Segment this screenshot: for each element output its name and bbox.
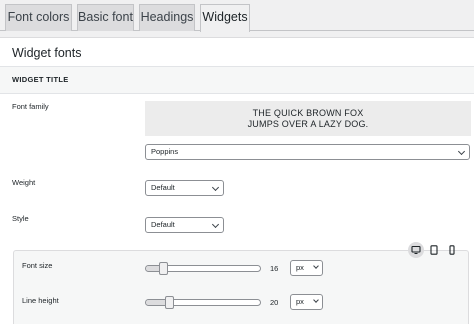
line-height-value: 20: [270, 298, 279, 307]
chevron-down-icon: [211, 183, 220, 192]
tab-widgets[interactable]: Widgets: [200, 4, 250, 32]
style-value: Default: [151, 220, 175, 229]
chevron-down-icon: [211, 220, 220, 229]
responsive-settings-box: [13, 250, 469, 324]
tab-bar: Font colors Basic font Headings Widgets: [0, 0, 474, 32]
widget-fonts-panel: Widget fonts WIDGET TITLE Font family TH…: [0, 37, 474, 324]
weight-value: Default: [151, 183, 175, 192]
font-size-slider[interactable]: [145, 262, 261, 275]
line-height-unit: px: [296, 297, 304, 306]
desktop-icon: [411, 245, 421, 254]
font-size-unit: px: [296, 263, 304, 272]
preview-line-1: THE QUICK BROWN FOX: [252, 108, 364, 118]
line-height-unit-select[interactable]: px: [290, 294, 323, 310]
preview-line-2: JUMPS OVER A LAZY DOG.: [247, 119, 369, 129]
panel-title: Widget fonts: [12, 46, 82, 60]
style-label: Style: [12, 214, 29, 223]
font-size-slider-handle[interactable]: [159, 262, 168, 275]
device-mobile[interactable]: [444, 242, 460, 258]
font-size-label: Font size: [22, 261, 53, 270]
tablet-icon: [430, 245, 438, 255]
device-switcher: [408, 242, 464, 259]
chevron-down-icon: [313, 263, 319, 269]
device-desktop[interactable]: [408, 242, 424, 258]
line-height-slider[interactable]: [145, 296, 261, 309]
font-family-value: Poppins: [151, 147, 179, 156]
mobile-icon: [449, 245, 455, 255]
section-title: WIDGET TITLE: [12, 75, 69, 84]
line-height-label: Line height: [22, 296, 59, 305]
tab-headings[interactable]: Headings: [139, 4, 195, 31]
chevron-down-icon: [313, 297, 319, 303]
weight-select[interactable]: Default: [145, 180, 224, 196]
weight-label: Weight: [12, 178, 36, 187]
font-family-label: Font family: [12, 102, 49, 111]
line-height-slider-handle[interactable]: [165, 296, 174, 309]
chevron-down-icon: [457, 147, 466, 156]
tab-font-colors[interactable]: Font colors: [5, 4, 72, 31]
tab-basic-font[interactable]: Basic font: [77, 4, 134, 31]
font-preview: THE QUICK BROWN FOX JUMPS OVER A LAZY DO…: [145, 101, 471, 136]
style-select[interactable]: Default: [145, 217, 224, 233]
device-tablet[interactable]: [426, 242, 442, 258]
section-header: WIDGET TITLE: [0, 66, 474, 94]
font-size-unit-select[interactable]: px: [290, 260, 323, 276]
font-size-value: 16: [270, 264, 279, 273]
font-family-select[interactable]: Poppins: [145, 144, 470, 160]
